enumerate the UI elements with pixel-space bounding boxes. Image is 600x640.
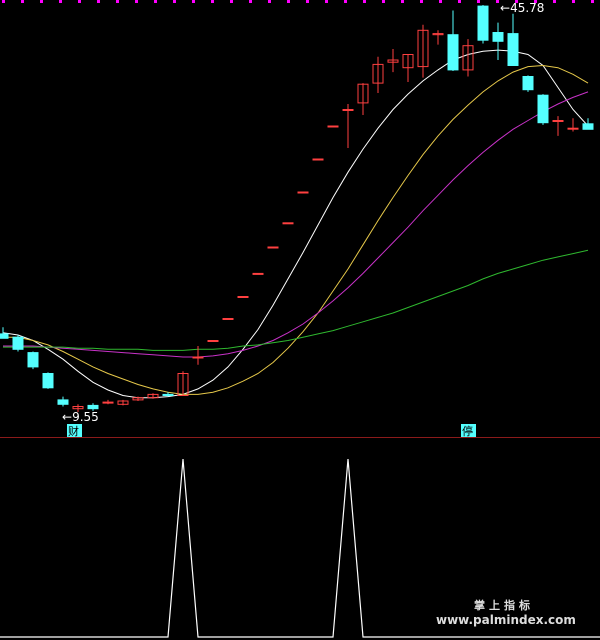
candle	[312, 158, 324, 161]
candle-body-down	[12, 336, 24, 350]
candle-body-up	[267, 246, 279, 249]
top-dot	[344, 0, 347, 3]
candle	[282, 222, 294, 225]
candle-body-down	[477, 5, 489, 41]
top-dot	[268, 0, 271, 3]
candle-body-down	[87, 404, 99, 410]
candle-body-up	[207, 340, 219, 342]
stock-chart: ←45.78 ←9.55 财 停 掌上指标 www.palmindex.com	[0, 0, 600, 640]
candle-body-up	[327, 125, 339, 128]
candle	[327, 125, 339, 128]
candle-body-down	[0, 333, 9, 339]
top-dot	[230, 0, 233, 3]
candle-body-down	[57, 399, 69, 405]
top-dot	[401, 0, 404, 3]
candle-body-up	[222, 318, 234, 320]
chart-background	[0, 0, 600, 640]
top-dot	[78, 0, 81, 3]
watermark-url: www.palmindex.com	[436, 613, 576, 627]
top-dot	[306, 0, 309, 3]
high-arrow: ←	[500, 1, 510, 15]
candle-body-up	[342, 109, 354, 111]
candle	[477, 5, 489, 44]
top-dot	[211, 0, 214, 3]
candle	[42, 372, 54, 389]
watermark-title: 掌上指标	[474, 598, 534, 612]
event-badge-halt[interactable]: 停	[461, 424, 476, 438]
candle	[222, 318, 234, 320]
candle-body-down	[447, 34, 459, 71]
top-dot	[97, 0, 100, 3]
low-price-annotation: ←9.55	[62, 410, 99, 424]
top-dot	[477, 0, 480, 3]
candle	[27, 351, 39, 370]
candle-body-down	[42, 373, 54, 389]
candle	[267, 246, 279, 249]
event-badge-finance[interactable]: 财	[67, 424, 82, 438]
candle	[537, 94, 549, 125]
top-dot	[572, 0, 575, 3]
badge-halt-text: 停	[462, 424, 473, 438]
top-dot	[154, 0, 157, 3]
top-dot	[2, 0, 5, 3]
candle-body-up	[237, 296, 249, 298]
high-price-label: ←45.78	[500, 1, 544, 15]
candle-body-up	[297, 191, 309, 194]
low-arrow: ←	[62, 410, 72, 424]
top-dot	[173, 0, 176, 3]
top-dot	[439, 0, 442, 3]
candle-body-up	[552, 120, 564, 122]
candle-body-down	[522, 76, 534, 91]
top-dot	[553, 0, 556, 3]
candle	[252, 272, 264, 275]
top-dot	[116, 0, 119, 3]
candle-body-up	[282, 222, 294, 225]
top-dot	[59, 0, 62, 3]
top-dot	[135, 0, 138, 3]
candle-body-down	[582, 123, 594, 130]
candle-body-up	[102, 401, 114, 404]
candle	[12, 335, 24, 352]
candle-body-down	[537, 94, 549, 124]
candle	[522, 75, 534, 92]
candle-body-down	[492, 32, 504, 42]
candle-body-down	[162, 393, 174, 396]
top-dot	[496, 0, 499, 3]
top-dot	[420, 0, 423, 3]
top-dot	[382, 0, 385, 3]
top-dot	[287, 0, 290, 3]
candle	[237, 296, 249, 298]
high-value: 45.78	[510, 1, 544, 15]
candle	[297, 191, 309, 194]
candle-body-up	[192, 356, 204, 359]
candle-body-up	[567, 127, 579, 130]
top-dot	[325, 0, 328, 3]
low-value: 9.55	[72, 410, 99, 424]
badge-finance-text: 财	[68, 424, 79, 438]
top-dot	[192, 0, 195, 3]
candle-body-down	[27, 352, 39, 368]
top-dot	[21, 0, 24, 3]
top-dot	[458, 0, 461, 3]
top-dot	[591, 0, 594, 3]
top-dot	[363, 0, 366, 3]
candle-body-up	[252, 272, 264, 275]
candle-body-down	[507, 33, 519, 66]
top-dot	[249, 0, 252, 3]
top-dot	[40, 0, 43, 3]
candle	[207, 340, 219, 342]
high-price-annotation: ←45.78	[500, 1, 544, 15]
low-price-label: ←9.55	[62, 410, 99, 424]
candle-body-up	[312, 158, 324, 161]
